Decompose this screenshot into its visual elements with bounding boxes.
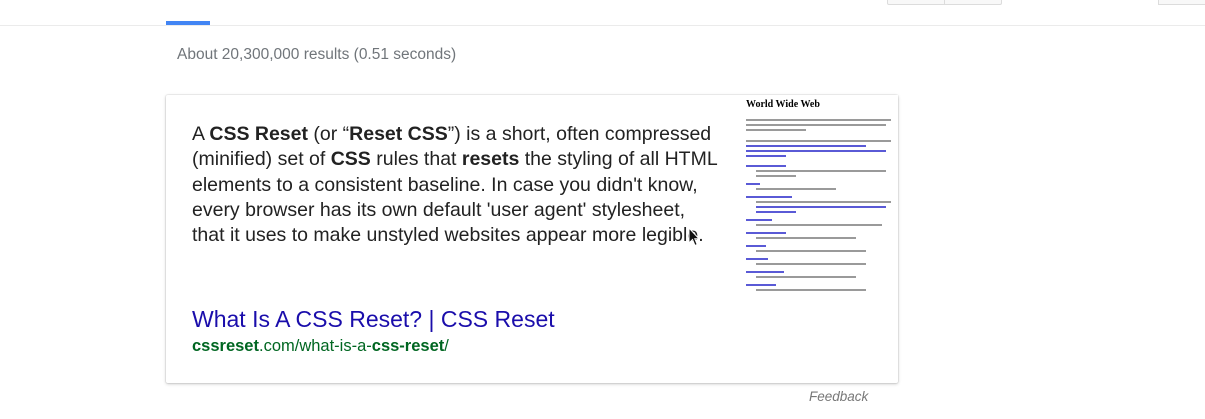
result-url: cssreset.com/what-is-a-css-reset/: [192, 337, 449, 355]
active-tab-indicator: [166, 21, 210, 25]
website-thumbnail[interactable]: World Wide Web: [742, 95, 898, 308]
thumbnail-title: World Wide Web: [746, 99, 820, 110]
result-stats: About 20,300,000 results (0.51 seconds): [177, 46, 457, 63]
tools-button-divider: [944, 0, 945, 4]
result-title-link[interactable]: What Is A CSS Reset? | CSS Reset: [192, 306, 555, 333]
feedback-link[interactable]: Feedback: [809, 389, 868, 404]
settings-button[interactable]: [1158, 0, 1205, 5]
featured-snippet-text: A CSS Reset (or “Reset CSS”) is a short,…: [192, 123, 717, 247]
search-results-page: About 20,300,000 results (0.51 seconds) …: [0, 0, 1205, 419]
mouse-pointer-icon: [688, 227, 700, 247]
search-tabs-bar: [0, 0, 1205, 26]
featured-snippet-card: A CSS Reset (or “Reset CSS”) is a short,…: [166, 95, 898, 383]
